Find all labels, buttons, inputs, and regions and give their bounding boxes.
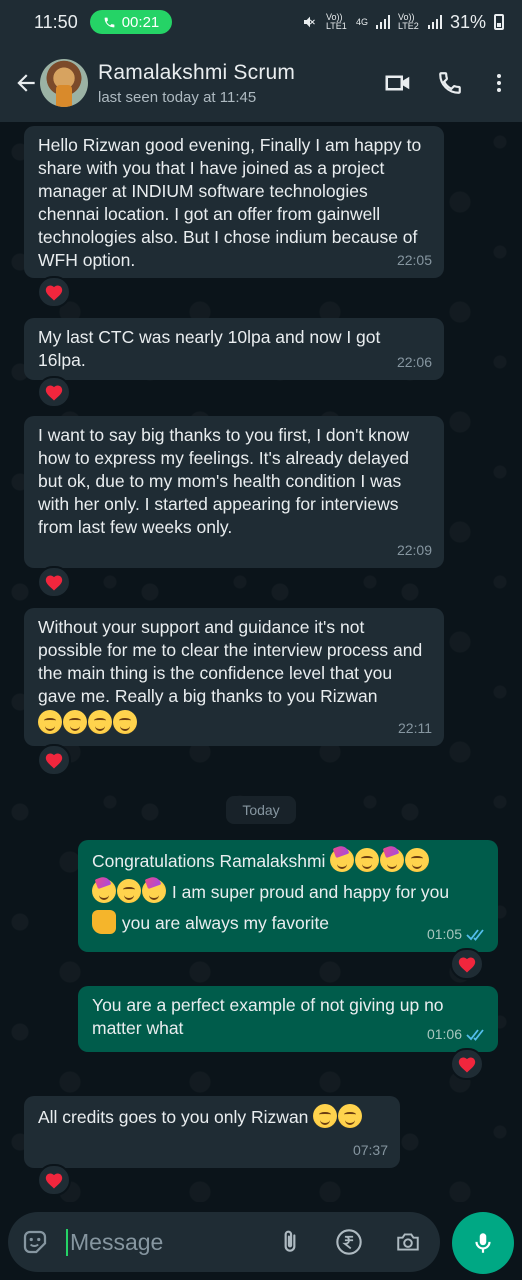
contact-name: Ramalakshmi Scrum xyxy=(98,60,296,84)
mic-icon xyxy=(475,1233,491,1253)
voice-call-icon xyxy=(439,72,461,94)
outgoing-message[interactable]: You are a perfect example of not giving … xyxy=(78,986,498,1052)
phone-small-icon xyxy=(104,17,115,27)
camera-icon xyxy=(397,1233,419,1251)
network-2: Vo)) LTE2 xyxy=(397,12,419,31)
blush-emoji-icon xyxy=(38,710,62,734)
attach-button[interactable] xyxy=(262,1212,318,1272)
date-divider: Today xyxy=(226,796,296,824)
sticker-button[interactable] xyxy=(8,1212,62,1272)
read-ticks-icon xyxy=(466,1028,484,1041)
heart-icon xyxy=(45,385,63,401)
heart-reaction[interactable] xyxy=(450,948,484,980)
heart-reaction[interactable] xyxy=(37,276,71,308)
thumbs-up-icon xyxy=(92,910,116,934)
incoming-message[interactable]: My last CTC was nearly 10lpa and now I g… xyxy=(24,318,444,380)
heart-icon xyxy=(45,575,63,591)
message-input-pill xyxy=(8,1212,440,1272)
blush-emoji-icon xyxy=(88,710,112,734)
blush-emoji-icon xyxy=(63,710,87,734)
voice-message-button[interactable] xyxy=(452,1212,514,1274)
message-meta: 01:06 xyxy=(427,1023,486,1046)
incoming-message[interactable]: Hello Rizwan good evening, Finally I am … xyxy=(24,126,444,278)
attach-icon xyxy=(284,1230,296,1252)
message-time: 22:11 xyxy=(398,720,432,736)
party-face-icon xyxy=(380,848,405,872)
heart-reaction[interactable] xyxy=(37,566,71,598)
blush-emoji-icon xyxy=(113,710,137,734)
video-call-button[interactable] xyxy=(372,57,424,109)
camera-button[interactable] xyxy=(380,1212,436,1272)
message-time: 01:06 xyxy=(426,1026,462,1042)
avatar[interactable] xyxy=(40,59,88,107)
signal-2-icon xyxy=(427,15,442,29)
read-ticks-icon xyxy=(466,928,484,941)
sticker-icon xyxy=(23,1230,47,1254)
message-text: Congratulations Ramalakshmi xyxy=(92,851,326,871)
battery-level: 31% xyxy=(449,11,486,32)
heart-icon xyxy=(458,1057,476,1073)
message-text: You are a perfect example of not giving … xyxy=(92,995,444,1038)
composer-bar xyxy=(0,1202,522,1280)
status-time: 11:50 xyxy=(34,11,78,32)
smile-emoji-icon xyxy=(405,848,430,872)
more-options-button[interactable] xyxy=(476,57,522,109)
message-text: My last CTC was nearly 10lpa and now I g… xyxy=(38,327,381,370)
heart-reaction[interactable] xyxy=(37,376,71,408)
signal-1-icon xyxy=(375,15,390,29)
heart-icon xyxy=(45,753,63,769)
party-face-icon xyxy=(142,879,166,903)
message-text: I want to say big thanks to you first, I… xyxy=(38,425,410,537)
contact-info[interactable]: Ramalakshmi Scrum last seen today at 11:… xyxy=(98,61,372,106)
blush-emoji-icon xyxy=(313,1104,338,1128)
battery-icon xyxy=(494,14,504,30)
heart-icon xyxy=(45,1173,63,1189)
voice-call-button[interactable] xyxy=(424,57,476,109)
smile-emoji-icon xyxy=(117,879,141,903)
payment-button[interactable] xyxy=(318,1212,380,1272)
message-time: 07:37 xyxy=(352,1142,388,1158)
message-time: 22:09 xyxy=(396,542,432,558)
heart-icon xyxy=(458,957,476,973)
message-line: Congratulations Ramalakshmi xyxy=(92,848,486,873)
message-meta: 01:05 xyxy=(427,923,486,946)
message-line: I am super proud and happy for you xyxy=(92,879,486,904)
rupee-icon xyxy=(336,1229,362,1255)
status-bar: 11:50 00:21 Vo)) LTE1 4G Vo)) LTE2 31% xyxy=(0,0,522,44)
more-vert-icon xyxy=(497,74,501,92)
ongoing-call-pill[interactable]: 00:21 xyxy=(90,10,172,34)
message-time: 01:05 xyxy=(426,926,462,942)
message-text: All credits goes to you only Rizwan xyxy=(38,1107,309,1127)
heart-reaction[interactable] xyxy=(37,744,71,776)
message-text: Hello Rizwan good evening, Finally I am … xyxy=(38,135,422,270)
party-face-icon xyxy=(92,879,116,903)
message-text: you are always my favorite xyxy=(121,913,330,933)
incoming-message[interactable]: All credits goes to you only Rizwan 07:3… xyxy=(24,1096,400,1168)
message-time: 22:05 xyxy=(396,252,432,268)
last-seen-status: last seen today at 11:45 xyxy=(98,88,257,106)
network-type: 4G xyxy=(355,16,368,27)
blush-emoji-row xyxy=(38,710,432,735)
network-1: Vo)) LTE1 xyxy=(325,12,347,31)
message-text: I am super proud and happy for you xyxy=(171,882,450,902)
message-text: Without your support and guidance it's n… xyxy=(38,617,423,706)
status-indicators: Vo)) LTE1 4G Vo)) LTE2 31% xyxy=(302,12,504,33)
back-arrow-icon xyxy=(17,74,35,92)
video-call-icon xyxy=(385,75,410,91)
mute-icon xyxy=(303,16,315,28)
party-face-icon xyxy=(330,848,355,872)
incoming-message[interactable]: Without your support and guidance it's n… xyxy=(24,608,444,746)
outgoing-message[interactable]: Congratulations Ramalakshmi I am super p… xyxy=(78,840,498,952)
heart-reaction[interactable] xyxy=(450,1048,484,1080)
heart-icon xyxy=(45,285,63,301)
chat-header: Ramalakshmi Scrum last seen today at 11:… xyxy=(0,44,522,122)
call-timer: 00:21 xyxy=(121,13,160,31)
smile-emoji-icon xyxy=(355,848,380,872)
incoming-message[interactable]: I want to say big thanks to you first, I… xyxy=(24,416,444,568)
message-input[interactable] xyxy=(66,1228,262,1256)
heart-reaction[interactable] xyxy=(37,1164,71,1196)
blush-emoji-icon xyxy=(338,1104,363,1128)
message-list[interactable]: Hello Rizwan good evening, Finally I am … xyxy=(0,122,522,1202)
message-time: 22:06 xyxy=(396,354,432,370)
